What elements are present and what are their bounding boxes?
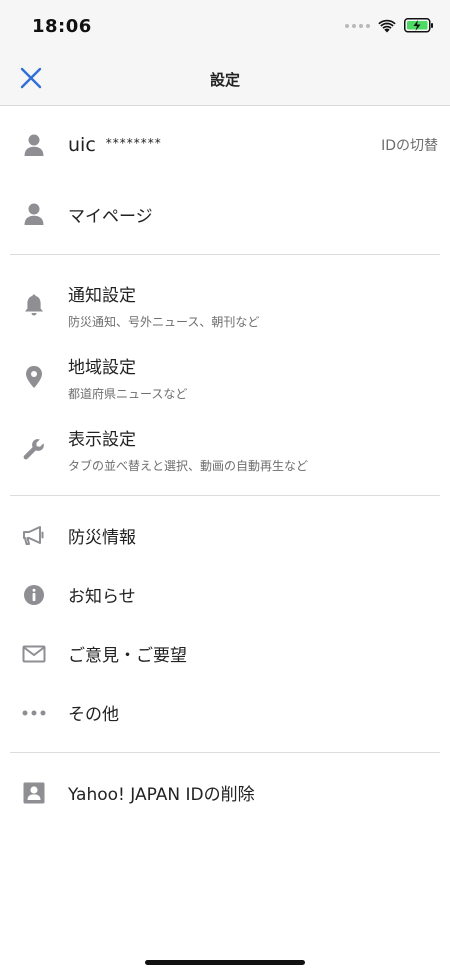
notification-settings-label: 通知設定 bbox=[68, 285, 136, 306]
person-icon bbox=[22, 133, 46, 157]
mypage-row[interactable]: マイページ bbox=[10, 184, 440, 244]
mail-icon bbox=[22, 642, 46, 666]
status-time: 18:06 bbox=[32, 16, 92, 37]
announcements-label: お知らせ bbox=[68, 587, 136, 607]
settings-section: 通知設定 防災通知、号外ニュース、朝刊など 地域設定 都道府県ニュースなど 表示… bbox=[10, 255, 440, 496]
feedback-label: ご意見・ご要望 bbox=[68, 646, 187, 666]
region-settings-label: 地域設定 bbox=[68, 357, 136, 378]
id-card-icon bbox=[22, 781, 46, 805]
more-dots-icon bbox=[22, 701, 46, 725]
wifi-icon bbox=[378, 19, 396, 32]
region-settings-description: 都道府県ニュースなど bbox=[68, 386, 188, 401]
account-row[interactable]: uic ******** IDの切替 bbox=[10, 106, 440, 184]
delete-id-label: Yahoo! JAPAN IDの削除 bbox=[68, 785, 255, 805]
display-settings-label: 表示設定 bbox=[68, 429, 136, 450]
others-row[interactable]: その他 bbox=[10, 683, 440, 742]
settings-list: uic ******** IDの切替 マイページ 通知設定 防災通知、号外ニュー… bbox=[0, 106, 450, 822]
info-icon bbox=[22, 583, 46, 607]
delete-id-row[interactable]: Yahoo! JAPAN IDの削除 bbox=[10, 763, 440, 822]
status-bar: 18:06 bbox=[0, 0, 450, 50]
mypage-label: マイページ bbox=[68, 206, 153, 227]
person-icon bbox=[22, 202, 46, 226]
megaphone-icon bbox=[22, 524, 46, 548]
disaster-info-label: 防災情報 bbox=[68, 528, 136, 548]
disaster-info-row[interactable]: 防災情報 bbox=[10, 506, 440, 565]
display-settings-row[interactable]: 表示設定 タブの並べ替えと選択、動画の自動再生など bbox=[10, 413, 440, 485]
navigation-bar: 設定 bbox=[0, 50, 450, 106]
account-management-section: Yahoo! JAPAN IDの削除 bbox=[10, 753, 440, 822]
top-bar: 18:06 設定 bbox=[0, 0, 450, 106]
info-section: 防災情報 お知らせ ご意見・ご要望 その他 bbox=[10, 496, 440, 753]
others-label: その他 bbox=[68, 705, 119, 725]
bell-icon bbox=[22, 293, 46, 317]
page-title: 設定 bbox=[209, 71, 240, 89]
user-id: uic bbox=[68, 134, 96, 156]
region-settings-row[interactable]: 地域設定 都道府県ニュースなど bbox=[10, 341, 440, 413]
location-pin-icon bbox=[22, 365, 46, 389]
wrench-icon bbox=[22, 437, 46, 461]
signal-dots-icon bbox=[345, 23, 370, 28]
masked-id: ******** bbox=[105, 136, 162, 150]
home-indicator bbox=[145, 960, 305, 965]
notification-settings-row[interactable]: 通知設定 防災通知、号外ニュース、朝刊など bbox=[10, 269, 440, 341]
battery-charging-icon bbox=[404, 18, 433, 33]
switch-id-link[interactable]: IDの切替 bbox=[381, 135, 438, 155]
status-indicators bbox=[345, 18, 434, 33]
display-settings-description: タブの並べ替えと選択、動画の自動再生など bbox=[68, 458, 309, 473]
announcements-row[interactable]: お知らせ bbox=[10, 565, 440, 624]
notification-settings-description: 防災通知、号外ニュース、朝刊など bbox=[68, 314, 260, 329]
feedback-row[interactable]: ご意見・ご要望 bbox=[10, 624, 440, 683]
account-section: uic ******** IDの切替 マイページ bbox=[10, 106, 440, 255]
